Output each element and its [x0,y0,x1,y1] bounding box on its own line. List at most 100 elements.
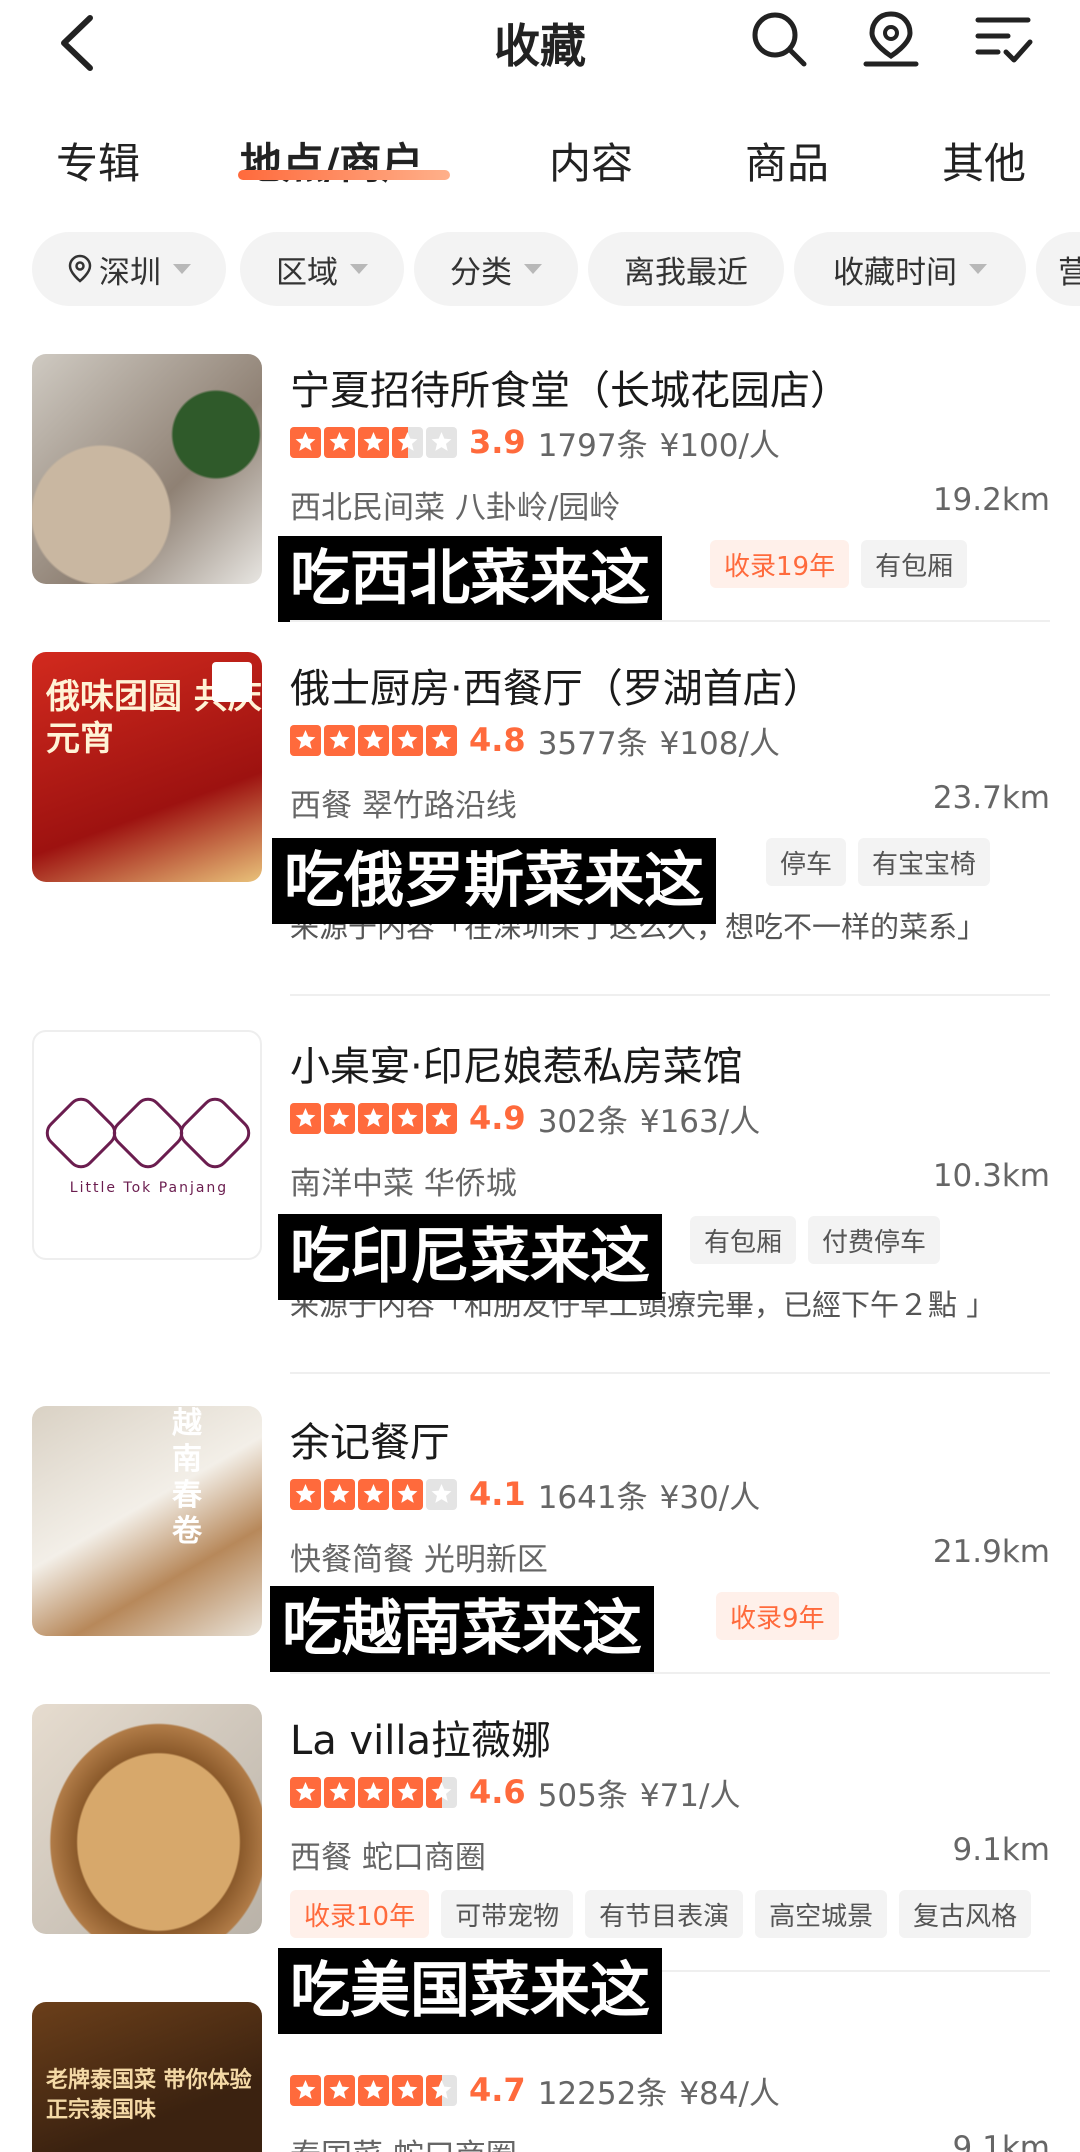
star-icon [426,1478,457,1510]
list-item[interactable]: La villa拉薇娜 4.6 505条 ¥71/人 西餐 蛇口商圈 9.1km… [0,1704,1080,1972]
star-icon [290,1776,321,1808]
list-item[interactable]: Little Tok Panjang 小桌宴·印尼娘惹私房菜馆 4.9 302条… [0,1030,1080,1374]
tab-albums[interactable]: 专辑 [56,130,140,191]
star-rating [290,426,457,458]
star-rating [290,1102,457,1134]
filter-nearest-label: 离我最近 [624,254,748,291]
tag-list: 停车 有宝宝椅 [766,838,991,886]
review-count: 505条 [537,1777,628,1814]
tag: 有包厢 [690,1216,797,1264]
category-area: 泰国菜 蛇口商圈 [290,2130,517,2152]
rating-row: 3.9 1797条 ¥100/人 [290,422,792,464]
search-icon[interactable] [748,8,810,70]
star-icon [392,2074,423,2106]
tag: 付费停车 [808,1216,941,1264]
filter-city[interactable]: 深圳 [32,232,226,306]
tab-places[interactable]: 地点/商户 [240,130,423,191]
rating-score: 4.8 [469,721,526,759]
filter-saved-time-label: 收藏时间 [833,254,957,291]
logo-text: Little Tok Panjang [69,1180,229,1196]
restaurant-name: 宁夏招待所食堂（长城花园店） [290,368,850,414]
star-icon [290,426,321,458]
category-area: 快餐简餐 光明新区 [290,1542,548,1578]
filter-more[interactable]: 营 [1036,232,1080,306]
category-area: 西北民间菜 八卦岭/园岭 [290,490,621,526]
caption-overlay: 吃印尼菜来这 [278,1214,662,1300]
distance: 21.9km [932,1534,1050,1570]
list-item[interactable]: 俄味团圆 共庆元宵 俄士厨房·西餐厅（罗湖首店） 4.8 3577条 ¥108/… [0,652,1080,996]
star-icon [324,426,355,458]
star-icon [324,2074,355,2106]
star-rating [290,1776,457,1808]
price-per-person: ¥100/人 [659,427,780,464]
list-item[interactable]: 越南春卷 余记餐厅 4.1 1641条 ¥30/人 快餐简餐 光明新区 21.9… [0,1406,1080,1674]
restaurant-photo: Little Tok Panjang [32,1030,262,1260]
rating-score: 3.9 [469,423,526,461]
tag: 收录9年 [716,1592,839,1640]
star-icon [392,1776,423,1808]
star-icon [358,724,389,756]
tag: 有节目表演 [585,1890,744,1938]
filter-bar: 深圳 区域 分类 离我最近 收藏时间 营 [32,232,1080,306]
category-area: 南洋中菜 华侨城 [290,1166,517,1202]
filter-category[interactable]: 分类 [414,232,578,306]
location-icon [68,254,92,283]
rating-score: 4.6 [469,1773,526,1811]
filter-category-label: 分类 [450,254,512,291]
star-icon [358,426,389,458]
rating-row: 4.6 505条 ¥71/人 [290,1772,752,1814]
tag-list: 收录10年 可带宠物 有节目表演 高空城景 复古风格 [290,1890,1032,1938]
rating-row: 4.1 1641条 ¥30/人 [290,1474,772,1516]
star-icon [324,1102,355,1134]
chevron-down-icon [173,264,191,274]
tab-other[interactable]: 其他 [942,130,1026,191]
tag: 高空城景 [755,1890,888,1938]
caption-overlay: 吃越南菜来这 [270,1586,654,1672]
star-icon [290,1102,321,1134]
star-icon [358,1102,389,1134]
sort-list-icon[interactable] [972,8,1034,70]
star-icon [290,724,321,756]
filter-area-label: 区域 [276,254,338,291]
star-icon [358,1776,389,1808]
star-icon [426,2074,457,2106]
tag: 有包厢 [861,540,968,588]
tag: 复古风格 [899,1890,1032,1938]
caption-overlay: 吃俄罗斯菜来这 [272,838,716,924]
tab-products[interactable]: 商品 [745,130,829,191]
distance: 10.3km [932,1158,1050,1194]
filter-nearest[interactable]: 离我最近 [588,232,784,306]
restaurant-name: 俄士厨房·西餐厅（罗湖首店） [290,666,823,712]
list-item[interactable]: 宁夏招待所食堂（长城花园店） 3.9 1797条 ¥100/人 西北民间菜 八卦… [0,354,1080,622]
photo-caption: 老牌泰国菜 带你体验正宗泰国味 [46,2068,252,2123]
restaurant-photo: 越南春卷 [32,1406,262,1636]
filter-city-label: 深圳 [99,254,161,291]
category-area: 西餐 蛇口商圈 [290,1840,486,1876]
header: 收藏 [0,0,1080,90]
filter-saved-time[interactable]: 收藏时间 [794,232,1026,306]
rating-score: 4.7 [469,2071,526,2109]
tag: 有宝宝椅 [858,838,991,886]
distance: 9.1km [952,1832,1050,1868]
location-pin-icon[interactable] [860,8,922,70]
rating-row: 4.7 12252条 ¥84/人 [290,2070,792,2112]
tab-content[interactable]: 内容 [549,130,633,191]
tab-bar: 专辑 地点/商户 内容 商品 其他 [0,130,1080,200]
divider [290,1672,1050,1674]
rating-row: 4.9 302条 ¥163/人 [290,1098,772,1140]
photo-caption: 越南春卷 [172,1406,202,1549]
price-per-person: ¥71/人 [639,1777,741,1814]
star-icon [392,426,423,458]
tag: 停车 [766,838,847,886]
filter-area[interactable]: 区域 [240,232,404,306]
distance: 9.1km [952,2130,1050,2152]
chevron-down-icon [524,264,542,274]
tag: 收录19年 [710,540,850,588]
price-per-person: ¥163/人 [639,1103,761,1140]
restaurant-photo [32,354,262,584]
rating-score: 4.1 [469,1475,526,1513]
tag-list: 收录9年 [716,1592,839,1640]
restaurant-name: 余记餐厅 [290,1420,450,1466]
price-per-person: ¥30/人 [659,1479,761,1516]
divider [290,994,1050,996]
